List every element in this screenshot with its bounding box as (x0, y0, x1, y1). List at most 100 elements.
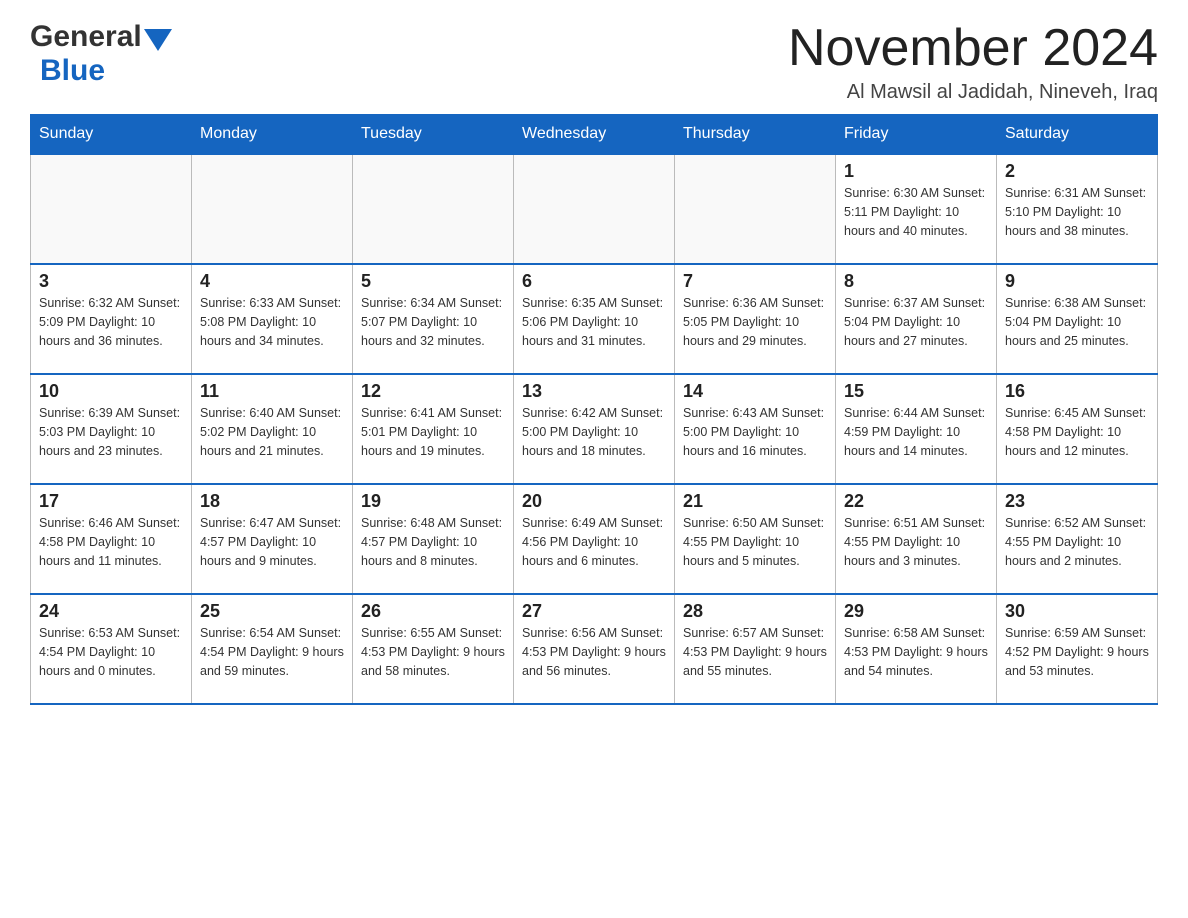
day-cell: 15Sunrise: 6:44 AM Sunset: 4:59 PM Dayli… (836, 374, 997, 484)
day-info: Sunrise: 6:34 AM Sunset: 5:07 PM Dayligh… (361, 294, 505, 350)
day-info: Sunrise: 6:31 AM Sunset: 5:10 PM Dayligh… (1005, 184, 1149, 240)
day-number: 5 (361, 271, 505, 292)
day-info: Sunrise: 6:44 AM Sunset: 4:59 PM Dayligh… (844, 404, 988, 460)
day-number: 10 (39, 381, 183, 402)
day-info: Sunrise: 6:36 AM Sunset: 5:05 PM Dayligh… (683, 294, 827, 350)
day-cell: 19Sunrise: 6:48 AM Sunset: 4:57 PM Dayli… (353, 484, 514, 594)
day-info: Sunrise: 6:38 AM Sunset: 5:04 PM Dayligh… (1005, 294, 1149, 350)
column-header-sunday: Sunday (31, 115, 192, 155)
day-info: Sunrise: 6:57 AM Sunset: 4:53 PM Dayligh… (683, 624, 827, 680)
day-number: 16 (1005, 381, 1149, 402)
day-cell: 11Sunrise: 6:40 AM Sunset: 5:02 PM Dayli… (192, 374, 353, 484)
day-number: 20 (522, 491, 666, 512)
day-number: 23 (1005, 491, 1149, 512)
day-info: Sunrise: 6:41 AM Sunset: 5:01 PM Dayligh… (361, 404, 505, 460)
day-cell: 22Sunrise: 6:51 AM Sunset: 4:55 PM Dayli… (836, 484, 997, 594)
day-info: Sunrise: 6:48 AM Sunset: 4:57 PM Dayligh… (361, 514, 505, 570)
day-cell: 7Sunrise: 6:36 AM Sunset: 5:05 PM Daylig… (675, 264, 836, 374)
day-number: 26 (361, 601, 505, 622)
day-info: Sunrise: 6:54 AM Sunset: 4:54 PM Dayligh… (200, 624, 344, 680)
day-info: Sunrise: 6:37 AM Sunset: 5:04 PM Dayligh… (844, 294, 988, 350)
day-info: Sunrise: 6:30 AM Sunset: 5:11 PM Dayligh… (844, 184, 988, 240)
day-cell: 4Sunrise: 6:33 AM Sunset: 5:08 PM Daylig… (192, 264, 353, 374)
day-info: Sunrise: 6:59 AM Sunset: 4:52 PM Dayligh… (1005, 624, 1149, 680)
day-cell (675, 154, 836, 264)
day-cell: 25Sunrise: 6:54 AM Sunset: 4:54 PM Dayli… (192, 594, 353, 704)
day-cell: 8Sunrise: 6:37 AM Sunset: 5:04 PM Daylig… (836, 264, 997, 374)
day-number: 1 (844, 161, 988, 182)
day-cell: 29Sunrise: 6:58 AM Sunset: 4:53 PM Dayli… (836, 594, 997, 704)
column-header-wednesday: Wednesday (514, 115, 675, 155)
day-info: Sunrise: 6:33 AM Sunset: 5:08 PM Dayligh… (200, 294, 344, 350)
day-number: 9 (1005, 271, 1149, 292)
day-number: 30 (1005, 601, 1149, 622)
calendar-header: SundayMondayTuesdayWednesdayThursdayFrid… (31, 115, 1158, 155)
day-info: Sunrise: 6:49 AM Sunset: 4:56 PM Dayligh… (522, 514, 666, 570)
day-number: 17 (39, 491, 183, 512)
column-header-thursday: Thursday (675, 115, 836, 155)
day-cell: 9Sunrise: 6:38 AM Sunset: 5:04 PM Daylig… (997, 264, 1158, 374)
day-cell: 18Sunrise: 6:47 AM Sunset: 4:57 PM Dayli… (192, 484, 353, 594)
day-cell: 20Sunrise: 6:49 AM Sunset: 4:56 PM Dayli… (514, 484, 675, 594)
day-number: 27 (522, 601, 666, 622)
day-cell: 6Sunrise: 6:35 AM Sunset: 5:06 PM Daylig… (514, 264, 675, 374)
day-cell: 2Sunrise: 6:31 AM Sunset: 5:10 PM Daylig… (997, 154, 1158, 264)
day-info: Sunrise: 6:45 AM Sunset: 4:58 PM Dayligh… (1005, 404, 1149, 460)
day-number: 8 (844, 271, 988, 292)
day-number: 13 (522, 381, 666, 402)
day-number: 29 (844, 601, 988, 622)
day-number: 2 (1005, 161, 1149, 182)
week-row-4: 17Sunrise: 6:46 AM Sunset: 4:58 PM Dayli… (31, 484, 1158, 594)
day-number: 6 (522, 271, 666, 292)
day-number: 28 (683, 601, 827, 622)
day-info: Sunrise: 6:52 AM Sunset: 4:55 PM Dayligh… (1005, 514, 1149, 570)
day-cell: 12Sunrise: 6:41 AM Sunset: 5:01 PM Dayli… (353, 374, 514, 484)
location-title: Al Mawsil al Jadidah, Nineveh, Iraq (788, 81, 1158, 104)
logo: General Blue (30, 20, 172, 88)
day-cell: 3Sunrise: 6:32 AM Sunset: 5:09 PM Daylig… (31, 264, 192, 374)
day-number: 19 (361, 491, 505, 512)
day-info: Sunrise: 6:47 AM Sunset: 4:57 PM Dayligh… (200, 514, 344, 570)
day-number: 25 (200, 601, 344, 622)
day-info: Sunrise: 6:39 AM Sunset: 5:03 PM Dayligh… (39, 404, 183, 460)
day-info: Sunrise: 6:58 AM Sunset: 4:53 PM Dayligh… (844, 624, 988, 680)
day-number: 22 (844, 491, 988, 512)
week-row-1: 1Sunrise: 6:30 AM Sunset: 5:11 PM Daylig… (31, 154, 1158, 264)
page-header: General Blue November 2024 Al Mawsil al … (30, 20, 1158, 104)
day-info: Sunrise: 6:46 AM Sunset: 4:58 PM Dayligh… (39, 514, 183, 570)
day-cell: 16Sunrise: 6:45 AM Sunset: 4:58 PM Dayli… (997, 374, 1158, 484)
day-cell: 26Sunrise: 6:55 AM Sunset: 4:53 PM Dayli… (353, 594, 514, 704)
day-cell (31, 154, 192, 264)
day-info: Sunrise: 6:40 AM Sunset: 5:02 PM Dayligh… (200, 404, 344, 460)
day-info: Sunrise: 6:42 AM Sunset: 5:00 PM Dayligh… (522, 404, 666, 460)
day-number: 12 (361, 381, 505, 402)
day-number: 14 (683, 381, 827, 402)
day-info: Sunrise: 6:51 AM Sunset: 4:55 PM Dayligh… (844, 514, 988, 570)
day-cell: 1Sunrise: 6:30 AM Sunset: 5:11 PM Daylig… (836, 154, 997, 264)
week-row-2: 3Sunrise: 6:32 AM Sunset: 5:09 PM Daylig… (31, 264, 1158, 374)
day-cell: 14Sunrise: 6:43 AM Sunset: 5:00 PM Dayli… (675, 374, 836, 484)
day-number: 18 (200, 491, 344, 512)
week-row-3: 10Sunrise: 6:39 AM Sunset: 5:03 PM Dayli… (31, 374, 1158, 484)
title-block: November 2024 Al Mawsil al Jadidah, Nine… (788, 20, 1158, 104)
day-cell: 23Sunrise: 6:52 AM Sunset: 4:55 PM Dayli… (997, 484, 1158, 594)
logo-triangle-icon (144, 29, 172, 51)
day-info: Sunrise: 6:53 AM Sunset: 4:54 PM Dayligh… (39, 624, 183, 680)
day-cell: 30Sunrise: 6:59 AM Sunset: 4:52 PM Dayli… (997, 594, 1158, 704)
day-number: 24 (39, 601, 183, 622)
day-cell (353, 154, 514, 264)
logo-general-text: General (30, 20, 142, 54)
day-cell: 10Sunrise: 6:39 AM Sunset: 5:03 PM Dayli… (31, 374, 192, 484)
day-number: 21 (683, 491, 827, 512)
day-cell (192, 154, 353, 264)
header-row: SundayMondayTuesdayWednesdayThursdayFrid… (31, 115, 1158, 155)
month-title: November 2024 (788, 20, 1158, 77)
calendar-table: SundayMondayTuesdayWednesdayThursdayFrid… (30, 114, 1158, 705)
day-number: 15 (844, 381, 988, 402)
day-cell: 5Sunrise: 6:34 AM Sunset: 5:07 PM Daylig… (353, 264, 514, 374)
day-cell: 17Sunrise: 6:46 AM Sunset: 4:58 PM Dayli… (31, 484, 192, 594)
logo-blue-text: Blue (40, 54, 105, 88)
day-cell: 24Sunrise: 6:53 AM Sunset: 4:54 PM Dayli… (31, 594, 192, 704)
column-header-monday: Monday (192, 115, 353, 155)
calendar-body: 1Sunrise: 6:30 AM Sunset: 5:11 PM Daylig… (31, 154, 1158, 704)
